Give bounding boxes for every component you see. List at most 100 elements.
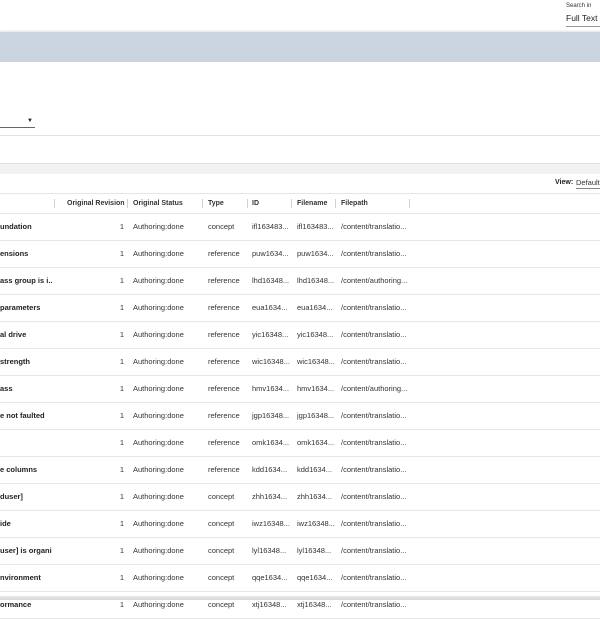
column-separator[interactable]	[247, 199, 248, 208]
cell-type: reference	[208, 384, 240, 393]
cell-id: kdd1634...	[252, 465, 288, 474]
column-separator[interactable]	[335, 199, 336, 208]
cell-type: concept	[208, 519, 235, 528]
cell-type: concept	[208, 600, 235, 609]
header-filename[interactable]: Filename	[297, 200, 327, 207]
cell-title: ormance	[0, 600, 32, 609]
cell-status: Authoring:done	[133, 357, 184, 366]
cell-id: lhd16348...	[252, 276, 290, 285]
toolbar-strip	[0, 163, 600, 174]
table-row[interactable]: al drive 1 Authoring:done reference yic16348…	[0, 322, 600, 349]
cell-id: qqe1634...	[252, 573, 288, 582]
view-select[interactable]: Default	[576, 178, 600, 189]
cell-filepath: /content/translatio...	[341, 357, 407, 366]
cell-revision: 1	[119, 249, 124, 258]
cell-filepath: /content/authoring...	[341, 384, 408, 393]
search-scope-select[interactable]: Full Text	[566, 13, 600, 27]
cell-revision: 1	[119, 492, 124, 501]
table-row[interactable]: e columns 1 Authoring:done reference kdd1634…	[0, 457, 600, 484]
cell-filename: omk1634...	[297, 438, 335, 447]
column-separator[interactable]	[127, 199, 128, 208]
view-label: View:	[555, 179, 574, 186]
bottom-edge	[0, 596, 600, 600]
cell-filename: qqe1634...	[297, 573, 333, 582]
table-row[interactable]: duser] 1 Authoring:done concept zhh1634... zh…	[0, 484, 600, 511]
table-row[interactable]: undation 1 Authoring:done concept ifl163483.…	[0, 214, 600, 241]
cell-title: e not faulted	[0, 411, 45, 420]
cell-title: strength	[0, 357, 30, 366]
cell-id: lyl16348...	[252, 546, 287, 555]
cell-filename: kdd1634...	[297, 465, 333, 474]
table-row[interactable]: strength 1 Authoring:done reference wic16348…	[0, 349, 600, 376]
cell-status: Authoring:done	[133, 465, 184, 474]
cell-title: user] is organi...	[0, 546, 52, 555]
table-body: undation 1 Authoring:done concept ifl163483.…	[0, 214, 600, 619]
cell-status: Authoring:done	[133, 330, 184, 339]
cell-id: wic16348...	[252, 357, 290, 366]
cell-id: xtj16348...	[252, 600, 287, 609]
cell-title: duser]	[0, 492, 23, 501]
cell-revision: 1	[119, 303, 124, 312]
column-separator[interactable]	[202, 199, 203, 208]
cell-id: ifl163483...	[252, 222, 289, 231]
cell-revision: 1	[119, 411, 124, 420]
cell-type: concept	[208, 573, 235, 582]
cell-filepath: /content/translatio...	[341, 330, 407, 339]
cell-status: Authoring:done	[133, 249, 184, 258]
cell-filename: eua1634...	[297, 303, 333, 312]
table-row[interactable]: parameters 1 Authoring:done reference eua163…	[0, 295, 600, 322]
cell-status: Authoring:done	[133, 411, 184, 420]
cell-revision: 1	[119, 465, 124, 474]
header-original-revision[interactable]: Original Revision	[67, 200, 125, 207]
cell-filepath: /content/translatio...	[341, 465, 407, 474]
cell-status: Authoring:done	[133, 519, 184, 528]
cell-filename: ifl163483...	[297, 222, 334, 231]
header-type[interactable]: Type	[208, 200, 224, 207]
cell-filepath: /content/translatio...	[341, 573, 407, 582]
cell-filename: iwz16348...	[297, 519, 335, 528]
cell-filename: zhh1634...	[297, 492, 333, 501]
cell-type: reference	[208, 465, 240, 474]
cell-type: reference	[208, 330, 240, 339]
cell-filename: jgp16348...	[297, 411, 335, 420]
cell-status: Authoring:done	[133, 276, 184, 285]
cell-status: Authoring:done	[133, 438, 184, 447]
cell-revision: 1	[119, 330, 124, 339]
cell-revision: 1	[119, 357, 124, 366]
cell-filepath: /content/translatio...	[341, 600, 407, 609]
cell-title: nvironment	[0, 573, 41, 582]
table-row[interactable]: nvironment 1 Authoring:done concept qqe1634.…	[0, 565, 600, 592]
cell-revision: 1	[119, 573, 124, 582]
cell-type: reference	[208, 249, 240, 258]
cell-type: reference	[208, 411, 240, 420]
table-row[interactable]: user] is organi... 1 Authoring:done concept…	[0, 538, 600, 565]
table-row[interactable]: e not faulted 1 Authoring:done reference jgp…	[0, 403, 600, 430]
caret-down-icon: ▼	[27, 118, 33, 124]
table-row[interactable]: 1 Authoring:done reference omk1634... omk163…	[0, 430, 600, 457]
table-row[interactable]: ass 1 Authoring:done reference hmv1634... hmv…	[0, 376, 600, 403]
cell-title: parameters	[0, 303, 41, 312]
cell-revision: 1	[119, 600, 124, 609]
header-filepath[interactable]: Filepath	[341, 200, 368, 207]
filter-dropdown[interactable]: ▼	[0, 118, 35, 128]
column-separator[interactable]	[291, 199, 292, 208]
cell-type: concept	[208, 222, 235, 231]
cell-filepath: /content/authoring...	[341, 276, 408, 285]
cell-type: reference	[208, 276, 240, 285]
cell-status: Authoring:done	[133, 546, 184, 555]
header-original-status[interactable]: Original Status	[133, 200, 183, 207]
header-id[interactable]: ID	[252, 200, 259, 207]
search-scope-label: Search in	[566, 3, 592, 9]
results-table: Original Revision Original Status Type I…	[0, 193, 600, 619]
cell-revision: 1	[119, 222, 124, 231]
column-separator[interactable]	[409, 199, 410, 208]
table-row[interactable]: ensions 1 Authoring:done reference puw1634..…	[0, 241, 600, 268]
cell-filepath: /content/translatio...	[341, 546, 407, 555]
cell-id: omk1634...	[252, 438, 290, 447]
table-row[interactable]: ass group is i... 1 Authoring:done referenc…	[0, 268, 600, 295]
cell-filepath: /content/translatio...	[341, 303, 407, 312]
cell-id: hmv1634...	[252, 384, 290, 393]
cell-status: Authoring:done	[133, 573, 184, 582]
column-separator[interactable]	[54, 199, 55, 208]
table-row[interactable]: ide 1 Authoring:done concept iwz16348... iwz1…	[0, 511, 600, 538]
